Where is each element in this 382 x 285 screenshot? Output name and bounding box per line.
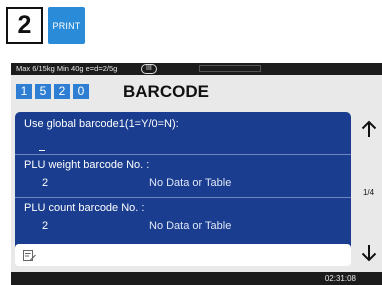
- page-indicator: 1/4: [362, 188, 375, 197]
- field-note: No Data or Table: [149, 220, 232, 232]
- plu-weight-barcode-field[interactable]: PLU weight barcode No. : 2 No Data or Ta…: [15, 155, 351, 197]
- field-value: 2: [42, 220, 49, 232]
- menu-code-digit: 0: [73, 84, 89, 99]
- step-number-badge: 2: [6, 7, 43, 44]
- input-bar[interactable]: [15, 244, 351, 266]
- global-barcode-field[interactable]: Use global barcode1(1=Y/0=N):: [15, 112, 351, 154]
- arrow-down-icon[interactable]: [356, 240, 381, 266]
- menu-code: 1 5 2 0: [16, 84, 89, 99]
- menu-code-digit: 1: [16, 84, 32, 99]
- scroll-sidebar: 1/4: [355, 112, 382, 264]
- menu-code-digit: 2: [54, 84, 70, 99]
- print-button[interactable]: PRINT: [48, 7, 85, 44]
- field-label: PLU count barcode No. :: [24, 202, 145, 214]
- accuracy-class-badge: III: [141, 64, 157, 74]
- field-note: No Data or Table: [149, 177, 232, 189]
- status-bar: Max 6/15kg Min 40g e=d=2/5g III: [11, 63, 382, 75]
- bottom-status-bar: 02:31:08: [11, 272, 382, 285]
- field-value: 2: [42, 177, 49, 189]
- clock: 02:31:08: [324, 274, 356, 283]
- scale-spec-text: Max 6/15kg Min 40g e=d=2/5g: [16, 64, 118, 73]
- page-title: BARCODE: [123, 82, 209, 101]
- scale-screen: Max 6/15kg Min 40g e=d=2/5g III 1 5 2 0 …: [11, 63, 382, 285]
- title-bar: 1 5 2 0 BARCODE: [11, 75, 382, 103]
- field-label: PLU weight barcode No. :: [24, 159, 150, 171]
- edit-note-icon: [23, 249, 36, 267]
- status-slot: [199, 65, 261, 72]
- input-cursor: [39, 150, 45, 151]
- settings-panel: Use global barcode1(1=Y/0=N): PLU weight…: [15, 112, 351, 264]
- menu-code-digit: 5: [35, 84, 51, 99]
- plu-count-barcode-field[interactable]: PLU count barcode No. : 2 No Data or Tab…: [15, 198, 351, 240]
- field-label: Use global barcode1(1=Y/0=N):: [24, 118, 179, 130]
- arrow-up-icon[interactable]: [356, 116, 381, 142]
